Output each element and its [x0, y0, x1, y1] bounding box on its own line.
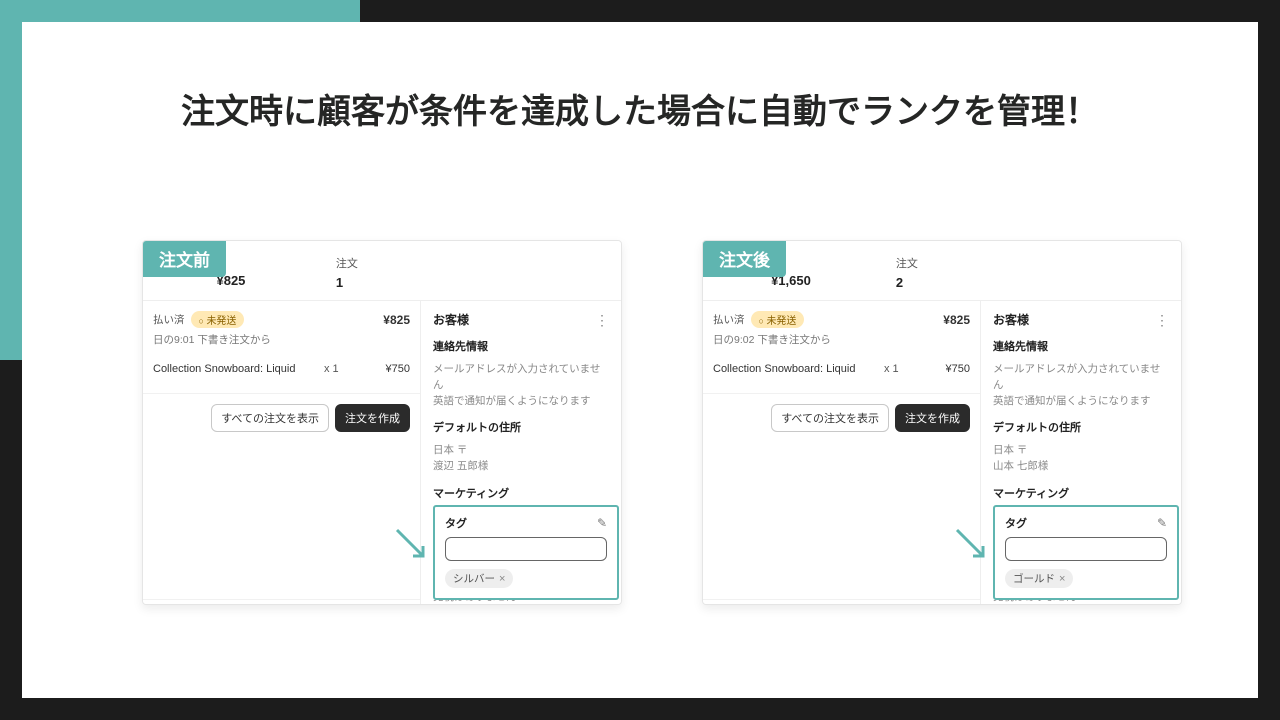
edit-icon[interactable]: ✎ — [1157, 516, 1167, 530]
address-title: デフォルトの住所 — [433, 419, 609, 435]
orders-label: 注文 — [896, 255, 1021, 271]
tag-card: タグ ✎ ゴールド× — [993, 505, 1179, 600]
transition-arrow-icon — [650, 392, 684, 445]
screenshot-after: 注文後 ¥1,650 注文 2 払い済 未発送 ¥825 日の9:02 下書き注… — [702, 240, 1182, 605]
screenshot-before: 注文前 ¥825 注文 1 払い済 未発送 ¥825 日の9:01 下書き注文か… — [142, 240, 622, 605]
marketing-title: マーケティング — [993, 485, 1169, 501]
contact-title: 連絡先情報 — [433, 338, 609, 354]
remove-tag-icon[interactable]: × — [1059, 573, 1065, 585]
address-line: 渡辺 五郎様 — [433, 459, 609, 475]
customer-title: お客様 — [993, 311, 1029, 328]
product-price: ¥750 — [362, 363, 410, 375]
contact-line: 英語で通知が届くようになります — [433, 394, 609, 410]
edit-icon[interactable]: ✎ — [597, 516, 607, 530]
view-all-orders-button[interactable]: すべての注文を表示 — [771, 404, 889, 432]
contact-line: メールアドレスが入力されていません — [993, 362, 1169, 394]
more-icon[interactable]: ⋮ — [1155, 316, 1169, 324]
unfulfilled-badge: 未発送 — [191, 311, 245, 328]
address-line: 山本 七郎様 — [993, 459, 1169, 475]
paid-label: 払い済 — [713, 312, 745, 327]
orders-column: 払い済 未発送 ¥825 日の9:02 下書き注文から Collection S… — [703, 301, 981, 605]
create-order-button[interactable]: 注文を作成 — [335, 404, 410, 432]
remove-tag-icon[interactable]: × — [499, 573, 505, 585]
unfulfilled-badge: 未発送 — [751, 311, 805, 328]
tag-input[interactable] — [1005, 537, 1167, 561]
marketing-title: マーケティング — [433, 485, 609, 501]
order-card: 払い済 未発送 ¥825 日の9:01 下書き注文から Collection S… — [143, 301, 420, 394]
create-order-button[interactable]: 注文を作成 — [895, 404, 970, 432]
order-card: 払い済 未発送 ¥825 日の9:02 下書き注文から Collection S… — [703, 301, 980, 394]
paid-label: 払い済 — [153, 312, 185, 327]
product-row: Collection Snowboard: Liquid x 1 ¥750 — [153, 355, 410, 383]
tag-input[interactable] — [445, 537, 607, 561]
badge-before: 注文前 — [143, 240, 226, 277]
contact-line: メールアドレスが入力されていません — [433, 362, 609, 394]
orders-value: 2 — [896, 275, 1021, 290]
note-row: ～を残す... 投稿 — [703, 599, 980, 605]
headline: 注文時に顧客が条件を達成した場合に自動でランクを管理！ — [22, 84, 1258, 133]
tag-chip[interactable]: ゴールド× — [1005, 569, 1073, 588]
note-row: ～を残す... 投稿 — [143, 599, 420, 605]
tag-card: タグ ✎ シルバー× — [433, 505, 619, 600]
contact-title: 連絡先情報 — [993, 338, 1169, 354]
arrow-icon — [955, 528, 989, 562]
more-icon[interactable]: ⋮ — [595, 316, 609, 324]
tag-chip[interactable]: シルバー× — [445, 569, 513, 588]
orders-label: 注文 — [336, 255, 461, 271]
address-line: 日本 〒 — [993, 443, 1169, 459]
order-meta: 日の9:01 下書き注文から — [153, 332, 410, 347]
address-line: 日本 〒 — [433, 443, 609, 459]
product-row: Collection Snowboard: Liquid x 1 ¥750 — [713, 355, 970, 383]
orders-column: 払い済 未発送 ¥825 日の9:01 下書き注文から Collection S… — [143, 301, 421, 605]
order-total: ¥825 — [943, 313, 970, 327]
slide-panel: 注文時に顧客が条件を達成した場合に自動でランクを管理！ 注文前 ¥825 注文 … — [22, 22, 1258, 698]
order-meta: 日の9:02 下書き注文から — [713, 332, 970, 347]
contact-line: 英語で通知が届くようになります — [993, 394, 1169, 410]
tag-title: タグ — [445, 515, 467, 531]
view-all-orders-button[interactable]: すべての注文を表示 — [211, 404, 329, 432]
tag-title: タグ — [1005, 515, 1027, 531]
product-qty: x 1 — [884, 363, 914, 375]
product-qty: x 1 — [324, 363, 354, 375]
product-price: ¥750 — [922, 363, 970, 375]
orders-value: 1 — [336, 275, 461, 290]
order-total: ¥825 — [383, 313, 410, 327]
address-title: デフォルトの住所 — [993, 419, 1169, 435]
product-name: Collection Snowboard: Liquid — [713, 363, 876, 375]
product-name: Collection Snowboard: Liquid — [153, 363, 316, 375]
customer-title: お客様 — [433, 311, 469, 328]
badge-after: 注文後 — [703, 240, 786, 277]
arrow-icon — [395, 528, 429, 562]
